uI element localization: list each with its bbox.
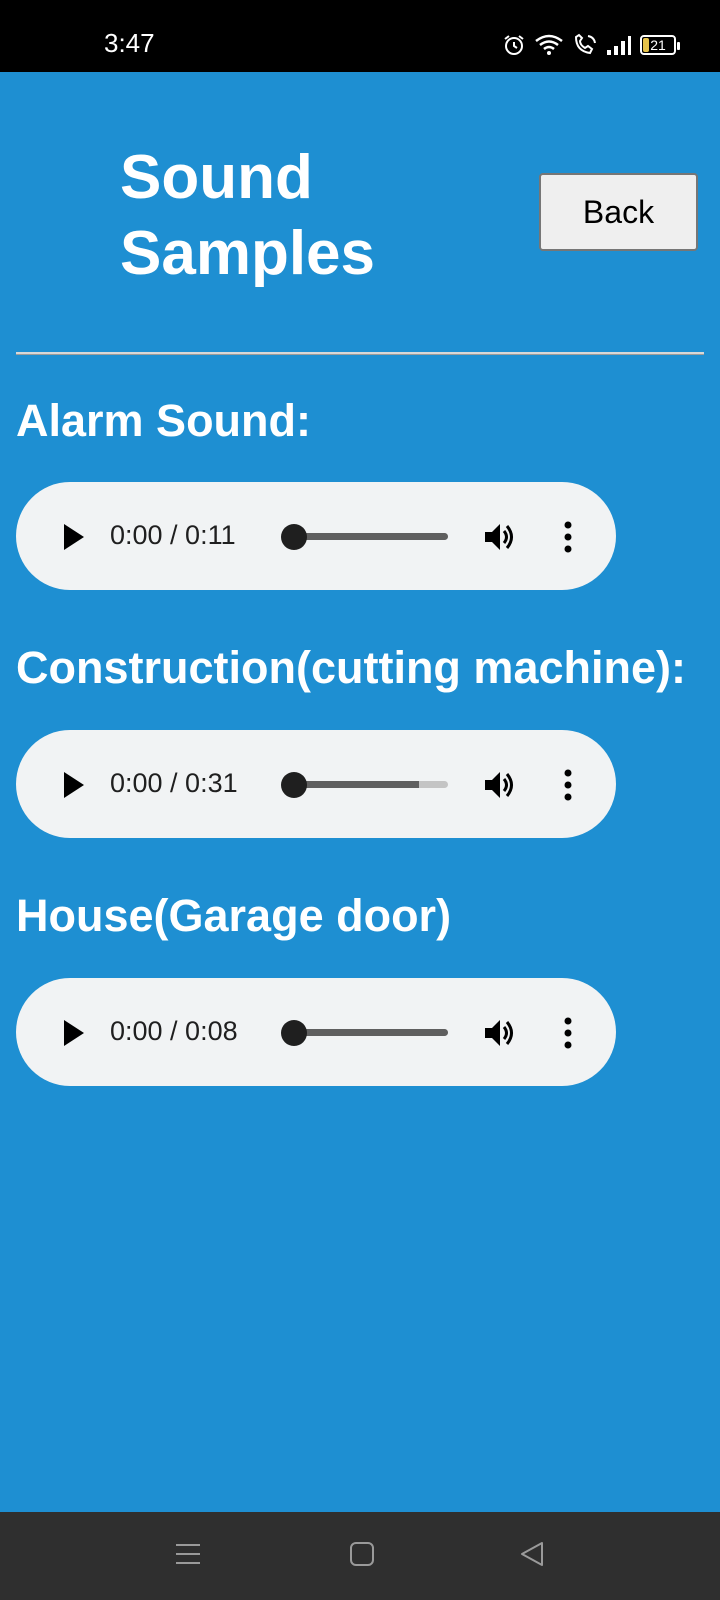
buffered-bar: [288, 533, 448, 540]
wifi-calling-icon: [574, 33, 596, 55]
system-nav-bar: [0, 1512, 720, 1600]
battery-level: 21: [650, 37, 666, 53]
more-options-icon[interactable]: [562, 768, 574, 802]
status-icons: 21: [502, 30, 680, 60]
wifi-icon: [535, 34, 563, 55]
menu-icon[interactable]: [174, 1540, 202, 1568]
play-icon[interactable]: [56, 768, 90, 802]
back-button[interactable]: Back: [539, 173, 698, 251]
buffered-bar: [288, 1029, 448, 1036]
divider: [16, 352, 704, 355]
page-title: Sound Samples: [120, 143, 376, 288]
section-label-construction: Construction(cutting machine):: [16, 642, 686, 693]
audio-player-house[interactable]: 0:00 / 0:08: [16, 978, 616, 1086]
status-bar: 3:47 21: [0, 0, 720, 72]
more-options-icon[interactable]: [562, 1016, 574, 1050]
signal-icon: [607, 36, 631, 55]
time-display: 0:00 / 0:08: [110, 1016, 238, 1046]
audio-player-construction[interactable]: 0:00 / 0:31: [16, 730, 616, 838]
audio-player-alarm[interactable]: 0:00 / 0:11: [16, 482, 616, 590]
volume-icon[interactable]: [482, 520, 518, 554]
slider-thumb[interactable]: [281, 772, 307, 798]
progress-slider[interactable]: [288, 1029, 448, 1036]
section-label-house: House(Garage door): [16, 890, 452, 941]
buffered-bar: [288, 781, 420, 788]
alarm-icon: [504, 35, 524, 55]
time-display: 0:00 / 0:11: [110, 520, 236, 550]
volume-icon[interactable]: [482, 1016, 518, 1050]
time-display: 0:00 / 0:31: [110, 768, 238, 798]
section-label-alarm: Alarm Sound:: [16, 395, 312, 446]
slider-thumb[interactable]: [281, 1020, 307, 1046]
status-time: 3:47: [104, 28, 155, 58]
more-options-icon[interactable]: [562, 520, 574, 554]
back-triangle-icon[interactable]: [518, 1540, 546, 1568]
volume-icon[interactable]: [482, 768, 518, 802]
progress-slider[interactable]: [288, 533, 448, 540]
play-icon[interactable]: [56, 520, 90, 554]
home-icon[interactable]: [348, 1540, 376, 1568]
battery-icon: 21: [640, 35, 680, 55]
slider-thumb[interactable]: [281, 524, 307, 550]
play-icon[interactable]: [56, 1016, 90, 1050]
progress-slider[interactable]: [288, 781, 448, 788]
